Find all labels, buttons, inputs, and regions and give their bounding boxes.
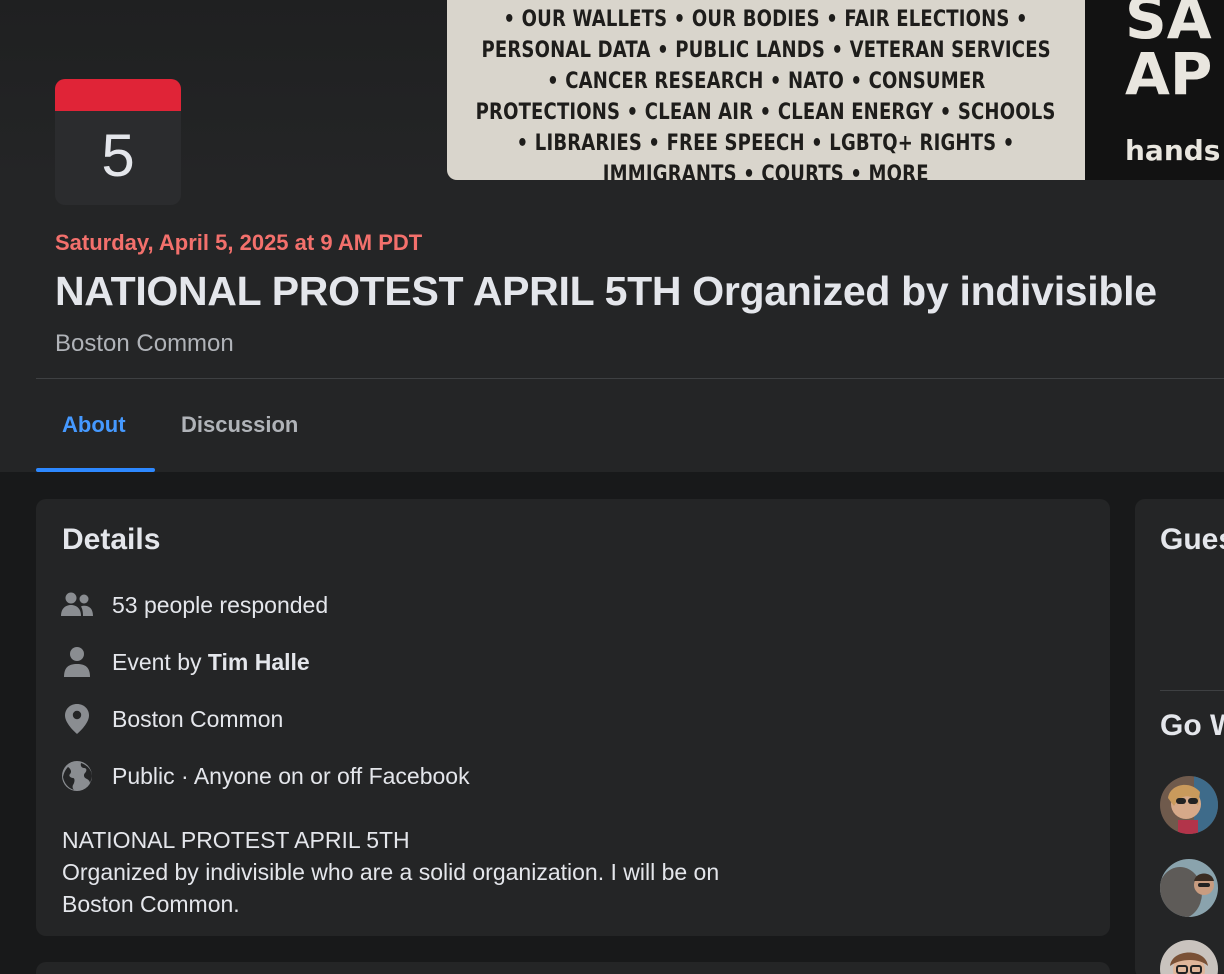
next-card [36,962,1110,974]
responded-count: 53 people responded [112,591,329,618]
cover-line: • LIBRARIES • FREE SPEECH • LGBTQ+ RIGHT… [517,131,1015,156]
calendar-day: 5 [101,121,135,189]
cover-poster-right: SA AP hands [1085,0,1224,180]
globe-icon [62,761,92,791]
side-divider [1160,690,1224,691]
cover-big-text: AP [1125,40,1213,108]
cover-poster-text: • OUR WALLETS • OUR BODIES • FAIR ELECTI… [447,0,1085,180]
details-row-responded: 53 people responded [60,588,328,622]
event-title: NATIONAL PROTEST APRIL 5TH Organized by … [55,268,1157,314]
calendar-date-icon: 5 [55,79,181,205]
cover-line: IMMIGRANTS • COURTS • MORE [603,162,929,180]
tab-discussion[interactable]: Discussion [181,412,298,438]
privacy-text: Public · Anyone on or off Facebook [112,762,470,789]
description-line: NATIONAL PROTEST APRIL 5TH [62,827,410,853]
guests-card: Gues Go W [1135,499,1224,974]
avatar[interactable] [1160,776,1218,834]
location-pin-icon [65,704,89,734]
active-tab-indicator [36,468,155,472]
event-header: • OUR WALLETS • OUR BODIES • FAIR ELECTI… [0,0,1224,472]
place-link[interactable]: Boston Common [112,706,283,733]
guests-title: Gues [1160,523,1224,556]
avatar[interactable] [1160,859,1218,917]
calendar-header [55,79,181,111]
event-date: Saturday, April 5, 2025 at 9 AM PDT [55,230,423,255]
details-row-host: Event by Tim Halle [60,645,310,679]
cover-line: • OUR WALLETS • OUR BODIES • FAIR ELECTI… [503,7,1029,32]
host-name-link[interactable]: Tim Halle [208,649,310,675]
person-icon [64,647,90,677]
details-card: Details 53 people responded Event by Tim… [36,499,1110,936]
tab-about[interactable]: About [62,412,126,438]
avatar[interactable] [1160,940,1218,974]
event-by-label: Event by [112,648,202,675]
description-line: Organized by indivisible who are a solid… [62,859,720,917]
header-divider [36,378,1224,379]
going-title: Go W [1160,709,1224,742]
details-row-location: Boston Common [60,702,283,736]
cover-small-text: hands [1125,134,1221,167]
details-row-privacy: Public · Anyone on or off Facebook [60,759,470,793]
cover-photo[interactable]: • OUR WALLETS • OUR BODIES • FAIR ELECTI… [447,0,1224,180]
event-location[interactable]: Boston Common [55,330,234,358]
people-icon [61,592,93,616]
cover-line: PERSONAL DATA • PUBLIC LANDS • VETERAN S… [481,38,1051,63]
host-line: Event by Tim Halle [112,649,310,676]
event-description: NATIONAL PROTEST APRIL 5TH Organized by … [62,824,722,920]
cover-line: PROTECTIONS • CLEAN AIR • CLEAN ENERGY •… [476,100,1056,125]
details-title: Details [62,523,161,556]
cover-line: • CANCER RESEARCH • NATO • CONSUMER [546,69,986,94]
